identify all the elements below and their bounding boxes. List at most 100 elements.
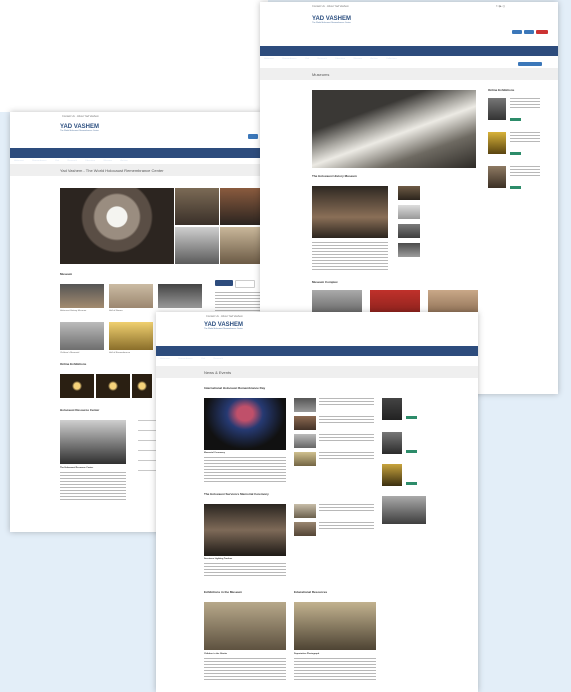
tab-button-2[interactable] [235,280,255,288]
news-side-text-5 [319,504,374,512]
news-right-btn-2[interactable] [406,450,417,453]
news-right-btn-1[interactable] [406,416,417,419]
main-nav: Holocaust Remembrance Visit Research Edu… [10,148,264,162]
news-feature-caption-2[interactable]: Survivors Lighting Torches [204,558,232,560]
museum-nav-education[interactable]: Education [335,58,345,60]
nav-item-archive[interactable]: Archive [120,160,127,162]
news-top-link-contact[interactable]: Contact Us [206,315,219,318]
top-link-about[interactable]: About Yad Vashem [77,115,99,118]
tab-button-1[interactable] [215,280,233,286]
nav-item-education[interactable]: Education [85,160,95,162]
news-right-thumb-3[interactable] [382,464,402,486]
lang-button-russian[interactable] [524,30,534,34]
news-bottom-caption-1[interactable]: Children in the Ghetto [204,653,227,655]
news-section-1: International Holocaust Remembrance Day [204,386,266,390]
news-side-thumb-3[interactable] [294,434,316,448]
news-bottom-image-2[interactable] [294,602,376,650]
page-title: Yad Vashem - The World Holocaust Remembr… [60,168,164,173]
news-bottom-image-1[interactable] [204,602,286,650]
resource-photo[interactable] [60,420,126,464]
lang-button-hebrew[interactable] [512,30,522,34]
share-button[interactable] [518,62,542,66]
news-nav-holocaust[interactable]: Holocaust [160,358,170,360]
news-feature-caption-1[interactable]: Memorial Ceremony [204,452,225,454]
sidebar-read-more-3[interactable] [510,186,521,189]
nav-item-remembrance[interactable]: Remembrance [32,160,46,162]
museum-thumb-1[interactable] [60,284,104,308]
museum-hero-image[interactable] [312,90,476,168]
section-museum-heading: Museum [60,272,73,276]
museum-nav-visit[interactable]: Visit [305,58,309,60]
museum-caption-4[interactable]: Hall of Remembrance [109,352,130,354]
news-side-thumb-5[interactable] [294,504,316,518]
news-nav-remembrance[interactable]: Remembrance [178,358,192,360]
news-site-logo[interactable]: YAD VASHEM The World Holocaust Remembranc… [204,322,243,331]
news-side-thumb-4[interactable] [294,452,316,466]
museum-thumb-3[interactable] [158,284,202,308]
museum-list-thumb-2[interactable] [398,205,420,219]
news-feature-text-2 [204,563,286,577]
sidebar-read-more-2[interactable] [510,152,521,155]
news-nav-research[interactable]: Research [214,358,223,360]
social-icons[interactable]: f t ▶ ◎ [496,5,505,8]
hero-thumb-4[interactable] [220,227,264,264]
news-top-link-about[interactable]: About Yad Vashem [221,315,243,318]
museum-section-2: Museum Complex [312,280,338,284]
search-button[interactable] [248,134,258,139]
news-side-text-4 [319,452,374,460]
donate-button[interactable] [536,30,548,34]
news-right-btn-3[interactable] [406,482,417,485]
nav-item-research[interactable]: Research [68,160,77,162]
hero-thumb-1[interactable] [175,188,219,225]
news-feature-image-2[interactable] [204,504,286,556]
hero-thumb-3[interactable] [175,227,219,264]
museum-top-link-about[interactable]: About Yad Vashem [327,5,349,8]
news-right-thumb-2[interactable] [382,432,402,454]
nav-item-visit[interactable]: Visit [55,160,59,162]
exhibition-thumb-2[interactable] [96,374,130,398]
news-bottom-text-2 [294,658,376,682]
sidebar-read-more-1[interactable] [510,118,521,121]
sidebar-thumb-1[interactable] [488,98,506,120]
news-right-thumb-1[interactable] [382,398,402,420]
museum-nav-remembrance[interactable]: Remembrance [282,58,296,60]
museum-article-text [312,242,388,272]
museum-thumb-5[interactable] [109,322,153,350]
resource-caption[interactable]: The Holocaust Resource Center [60,467,93,469]
museum-list-thumb-4[interactable] [398,243,420,257]
hero-thumb-2[interactable] [220,188,264,225]
museum-nav-holocaust[interactable]: Holocaust [264,58,274,60]
museum-caption-3[interactable]: Children's Memorial [60,352,79,354]
site-logo[interactable]: YAD VASHEM The World Holocaust Remembranc… [60,124,99,133]
museum-top-link-contact[interactable]: Contact Us [312,5,325,8]
museum-list-thumb-3[interactable] [398,224,420,238]
exhibition-thumb-1[interactable] [60,374,94,398]
exhibition-thumb-3[interactable] [132,374,152,398]
news-nav-visit[interactable]: Visit [201,358,205,360]
museum-nav-collections[interactable]: Collections [386,58,397,60]
news-feature-image-1[interactable] [204,398,286,450]
news-bottom-caption-2[interactable]: Deportation Photograph [294,653,319,655]
museum-caption-2[interactable]: Hall of Names [109,310,123,312]
hero-image-dome[interactable] [60,188,174,264]
news-top-links: Contact Us · About Yad Vashem [206,315,243,318]
news-side-thumb-1[interactable] [294,398,316,412]
top-link-contact[interactable]: Contact Us [62,115,75,118]
museum-thumb-4[interactable] [60,322,104,350]
museum-nav-museum[interactable]: Museum [354,58,362,60]
sidebar-thumb-3[interactable] [488,166,506,188]
news-right-thumb-4[interactable] [382,496,426,524]
museum-nav-research[interactable]: Research [318,58,327,60]
museum-article-image[interactable] [312,186,388,238]
nav-item-holocaust[interactable]: Holocaust [14,160,24,162]
museum-thumb-2[interactable] [109,284,153,308]
museum-caption-1[interactable]: Holocaust History Museum [60,310,86,312]
sidebar-text-3 [510,166,540,176]
museum-list-thumb-1[interactable] [398,186,420,200]
news-side-thumb-2[interactable] [294,416,316,430]
museum-site-logo[interactable]: YAD VASHEM The World Holocaust Remembranc… [312,16,351,25]
museum-nav-archive[interactable]: Archive [370,58,377,60]
sidebar-thumb-2[interactable] [488,132,506,154]
nav-item-museum[interactable]: Museum [104,160,112,162]
news-side-thumb-6[interactable] [294,522,316,536]
